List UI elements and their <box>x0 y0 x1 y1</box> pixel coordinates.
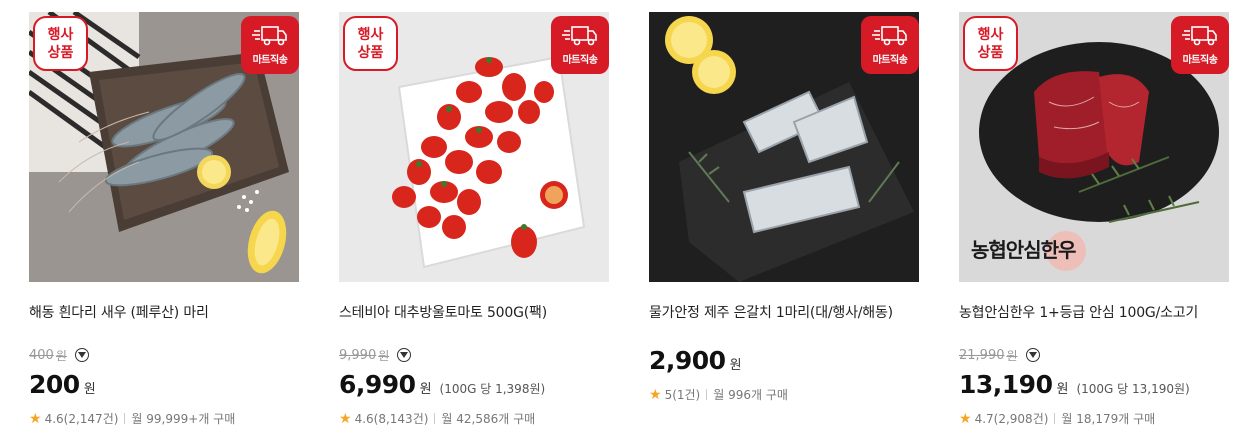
rating-row: ★ 4.7 (2,908건) 월 18,179개 구매 <box>959 410 1155 427</box>
product-title[interactable]: 농협안심한우 1+등급 안심 100G/소고기 <box>959 302 1229 322</box>
delivery-badge-label: 마트직송 <box>252 54 288 66</box>
original-price-row: 400 원 <box>29 346 89 364</box>
price-row: 200 원 <box>29 370 96 399</box>
brand-logo: 농협안심한우 <box>971 234 1076 263</box>
unit-price: (100G 당 13,190원) <box>1076 382 1190 396</box>
product-title[interactable]: 물가안정 제주 은갈치 1마리(대/행사/해동) <box>649 302 919 322</box>
monthly-sales: 월 18,179개 구매 <box>1061 412 1156 426</box>
event-product-badge: 행사 상품 <box>343 16 398 71</box>
delivery-truck-icon <box>562 25 597 45</box>
original-price-unit: 원 <box>55 348 67 363</box>
price-unit: 원 <box>83 382 96 397</box>
divider <box>434 413 436 424</box>
mart-delivery-badge: 마트직송 <box>1171 16 1229 74</box>
product-image[interactable]: 마트직송 <box>649 12 919 282</box>
product-title[interactable]: 스테비아 대추방울토마토 500G(팩) <box>339 302 609 322</box>
review-count[interactable]: (8,143건) <box>374 410 429 427</box>
price-unit: 원 <box>729 358 742 373</box>
price-row: 6,990 원 (100G 당 1,398원) <box>339 370 545 399</box>
mart-delivery-badge: 마트직송 <box>861 16 919 74</box>
monthly-sales: 월 42,586개 구매 <box>441 412 536 426</box>
divider <box>1054 413 1056 424</box>
product-card[interactable]: 행사 상품 마트직송 스테비아 대추방울토마토 500G(팩) 9,990 원 <box>339 12 609 442</box>
delivery-truck-icon <box>252 25 287 45</box>
product-card[interactable]: 행사 상품 마트직송 해동 흰다리 새우 (페루산) 마리 400 원 200 … <box>29 12 299 442</box>
original-price-unit: 원 <box>1006 348 1018 363</box>
delivery-truck-icon <box>872 25 907 45</box>
brand-logo-text: 농협안심한우 <box>971 238 1076 262</box>
chevron-down-icon[interactable] <box>397 348 412 362</box>
rating-row: ★ 5 (1건) 월 996개 구매 <box>649 386 788 403</box>
rating-value: 4.6 <box>44 411 64 426</box>
delivery-truck-icon <box>1182 25 1217 45</box>
star-icon: ★ <box>959 410 972 427</box>
rating-row: ★ 4.6 (8,143건) 월 42,586개 구매 <box>339 410 535 427</box>
unit-price: (100G 당 1,398원) <box>439 382 546 396</box>
sale-price: 6,990 <box>339 370 416 399</box>
original-price-unit: 원 <box>378 348 390 363</box>
star-icon: ★ <box>29 410 42 427</box>
product-grid: 행사 상품 마트직송 해동 흰다리 새우 (페루산) 마리 400 원 200 … <box>29 12 1237 446</box>
original-price-row: 9,990 원 <box>339 346 412 364</box>
mart-delivery-badge: 마트직송 <box>241 16 299 74</box>
sale-price: 13,190 <box>959 370 1053 399</box>
original-price: 21,990 <box>959 347 1005 363</box>
divider <box>706 389 708 400</box>
product-image[interactable]: 행사 상품 마트직송 농협안심한우 <box>959 12 1229 282</box>
event-product-badge: 행사 상품 <box>963 16 1018 71</box>
monthly-sales: 월 996개 구매 <box>713 388 788 402</box>
mart-delivery-badge: 마트직송 <box>551 16 609 74</box>
original-price: 400 <box>29 347 54 363</box>
review-count[interactable]: (2,908건) <box>994 410 1049 427</box>
rating-value: 5 <box>664 387 673 402</box>
product-image[interactable]: 행사 상품 마트직송 <box>339 12 609 282</box>
review-count[interactable]: (1건) <box>672 386 700 403</box>
original-price: 9,990 <box>339 347 377 363</box>
event-product-badge: 행사 상품 <box>33 16 88 71</box>
product-card[interactable]: 마트직송 물가안정 제주 은갈치 1마리(대/행사/해동) 2,900 원 ★ … <box>649 12 919 442</box>
rating-row: ★ 4.6 (2,147건) 월 99,999+개 구매 <box>29 410 235 427</box>
delivery-badge-label: 마트직송 <box>872 54 908 66</box>
chevron-down-icon[interactable] <box>1025 348 1040 362</box>
product-title[interactable]: 해동 흰다리 새우 (페루산) 마리 <box>29 302 299 322</box>
divider <box>124 413 126 424</box>
original-price-row: 21,990 원 <box>959 346 1040 364</box>
price-unit: 원 <box>1056 382 1069 397</box>
sale-price: 200 <box>29 370 80 399</box>
price-unit: 원 <box>419 382 432 397</box>
rating-value: 4.6 <box>354 411 374 426</box>
price-row: 2,900 원 <box>649 346 742 375</box>
review-count[interactable]: (2,147건) <box>64 410 119 427</box>
sale-price: 2,900 <box>649 346 726 375</box>
product-card[interactable]: 행사 상품 마트직송 농협안심한우 농협안심한우 1+등급 안심 100G/소고… <box>959 12 1229 442</box>
delivery-badge-label: 마트직송 <box>1182 54 1218 66</box>
delivery-badge-label: 마트직송 <box>562 54 598 66</box>
monthly-sales: 월 99,999+개 구매 <box>131 412 236 426</box>
product-image[interactable]: 행사 상품 마트직송 <box>29 12 299 282</box>
chevron-down-icon[interactable] <box>74 348 89 362</box>
price-row: 13,190 원 (100G 당 13,190원) <box>959 370 1190 399</box>
rating-value: 4.7 <box>974 411 994 426</box>
star-icon: ★ <box>649 386 662 403</box>
star-icon: ★ <box>339 410 352 427</box>
